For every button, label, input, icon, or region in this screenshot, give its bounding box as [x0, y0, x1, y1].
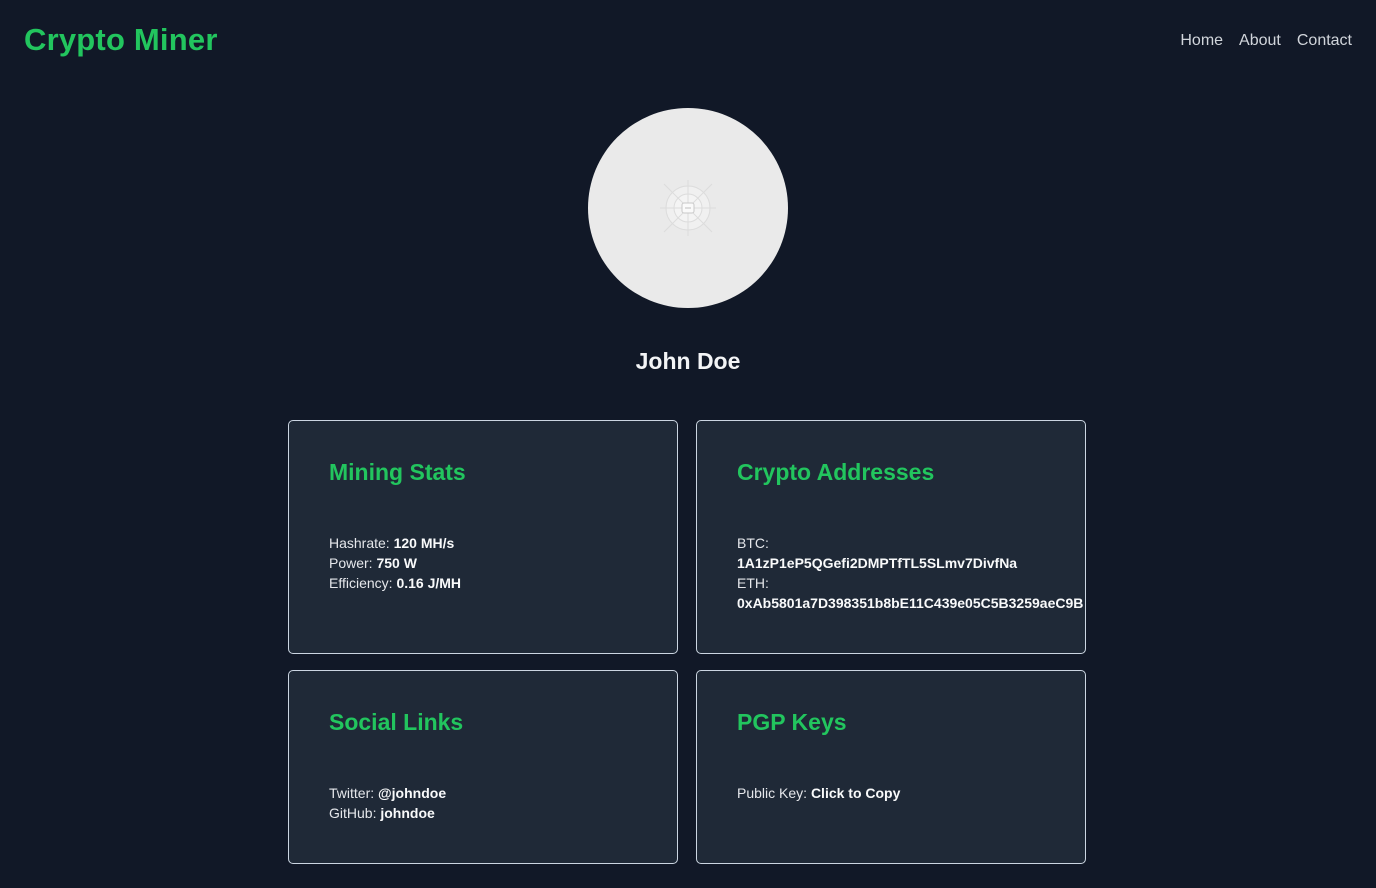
efficiency-value: 0.16 J/MH: [396, 575, 462, 591]
mining-stats-card: Mining Stats Hashrate: 120 MH/s Power: 7…: [288, 420, 678, 654]
nav-contact-link[interactable]: Contact: [1297, 32, 1352, 50]
eth-label: ETH:: [737, 575, 769, 591]
card-body: Twitter: @johndoe GitHub: johndoe: [329, 783, 446, 823]
eth-address[interactable]: 0xAb5801a7D398351b8bE11C439e05C5B3259aeC…: [737, 593, 1083, 613]
social-links-card: Social Links Twitter: @johndoe GitHub: j…: [288, 670, 678, 864]
card-title: PGP Keys: [737, 709, 847, 735]
image-placeholder-icon: [660, 180, 716, 236]
hashrate-value: 120 MH/s: [393, 535, 455, 551]
pubkey-label: Public Key:: [737, 785, 808, 801]
site-header: Crypto Miner Home About Contact: [0, 0, 1376, 84]
copy-key-button[interactable]: Click to Copy: [811, 785, 900, 801]
card-title: Mining Stats: [329, 459, 466, 485]
twitter-row: Twitter: @johndoe: [329, 783, 446, 803]
efficiency-label: Efficiency:: [329, 575, 393, 591]
btc-address[interactable]: 1A1zP1eP5QGefi2DMPTfTL5SLmv7DivfNa: [737, 553, 1083, 573]
github-link[interactable]: johndoe: [380, 805, 434, 821]
power-row: Power: 750 W: [329, 553, 461, 573]
power-label: Power:: [329, 555, 373, 571]
nav-about-link[interactable]: About: [1239, 32, 1281, 50]
twitter-link[interactable]: @johndoe: [378, 785, 446, 801]
card-title: Social Links: [329, 709, 464, 735]
card-body: Hashrate: 120 MH/s Power: 750 W Efficien…: [329, 533, 461, 593]
hashrate-label: Hashrate:: [329, 535, 390, 551]
brand-logo[interactable]: Crypto Miner: [24, 22, 218, 58]
efficiency-row: Efficiency: 0.16 J/MH: [329, 573, 461, 593]
crypto-addresses-card: Crypto Addresses BTC: 1A1zP1eP5QGefi2DMP…: [696, 420, 1086, 654]
card-body: Public Key: Click to Copy: [737, 783, 900, 803]
card-body: BTC: 1A1zP1eP5QGefi2DMPTfTL5SLmv7DivfNa …: [737, 533, 1083, 613]
power-value: 750 W: [376, 555, 417, 571]
hashrate-row: Hashrate: 120 MH/s: [329, 533, 461, 553]
github-label: GitHub:: [329, 805, 377, 821]
card-title: Crypto Addresses: [737, 459, 935, 485]
main-nav: Home About Contact: [1180, 32, 1352, 50]
pubkey-row: Public Key: Click to Copy: [737, 783, 900, 803]
avatar: [588, 108, 788, 308]
profile-name: John Doe: [635, 348, 741, 374]
nav-home-link[interactable]: Home: [1180, 32, 1223, 50]
btc-label: BTC:: [737, 535, 769, 551]
twitter-label: Twitter:: [329, 785, 375, 801]
github-row: GitHub: johndoe: [329, 803, 446, 823]
pgp-keys-card: PGP Keys Public Key: Click to Copy: [696, 670, 1086, 864]
